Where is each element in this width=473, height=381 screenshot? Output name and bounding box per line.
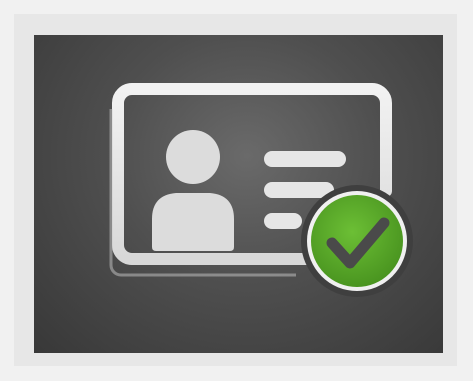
detail-line-3 <box>264 213 302 229</box>
user-silhouette-icon <box>152 193 234 251</box>
detail-line-1 <box>264 151 346 167</box>
verified-badge <box>311 195 403 287</box>
detail-line-2 <box>264 182 334 198</box>
user-silhouette-head <box>166 130 220 184</box>
id-card-verified-graphic <box>109 83 413 297</box>
id-card-verified-icon <box>34 35 443 353</box>
image-frame <box>0 0 473 381</box>
